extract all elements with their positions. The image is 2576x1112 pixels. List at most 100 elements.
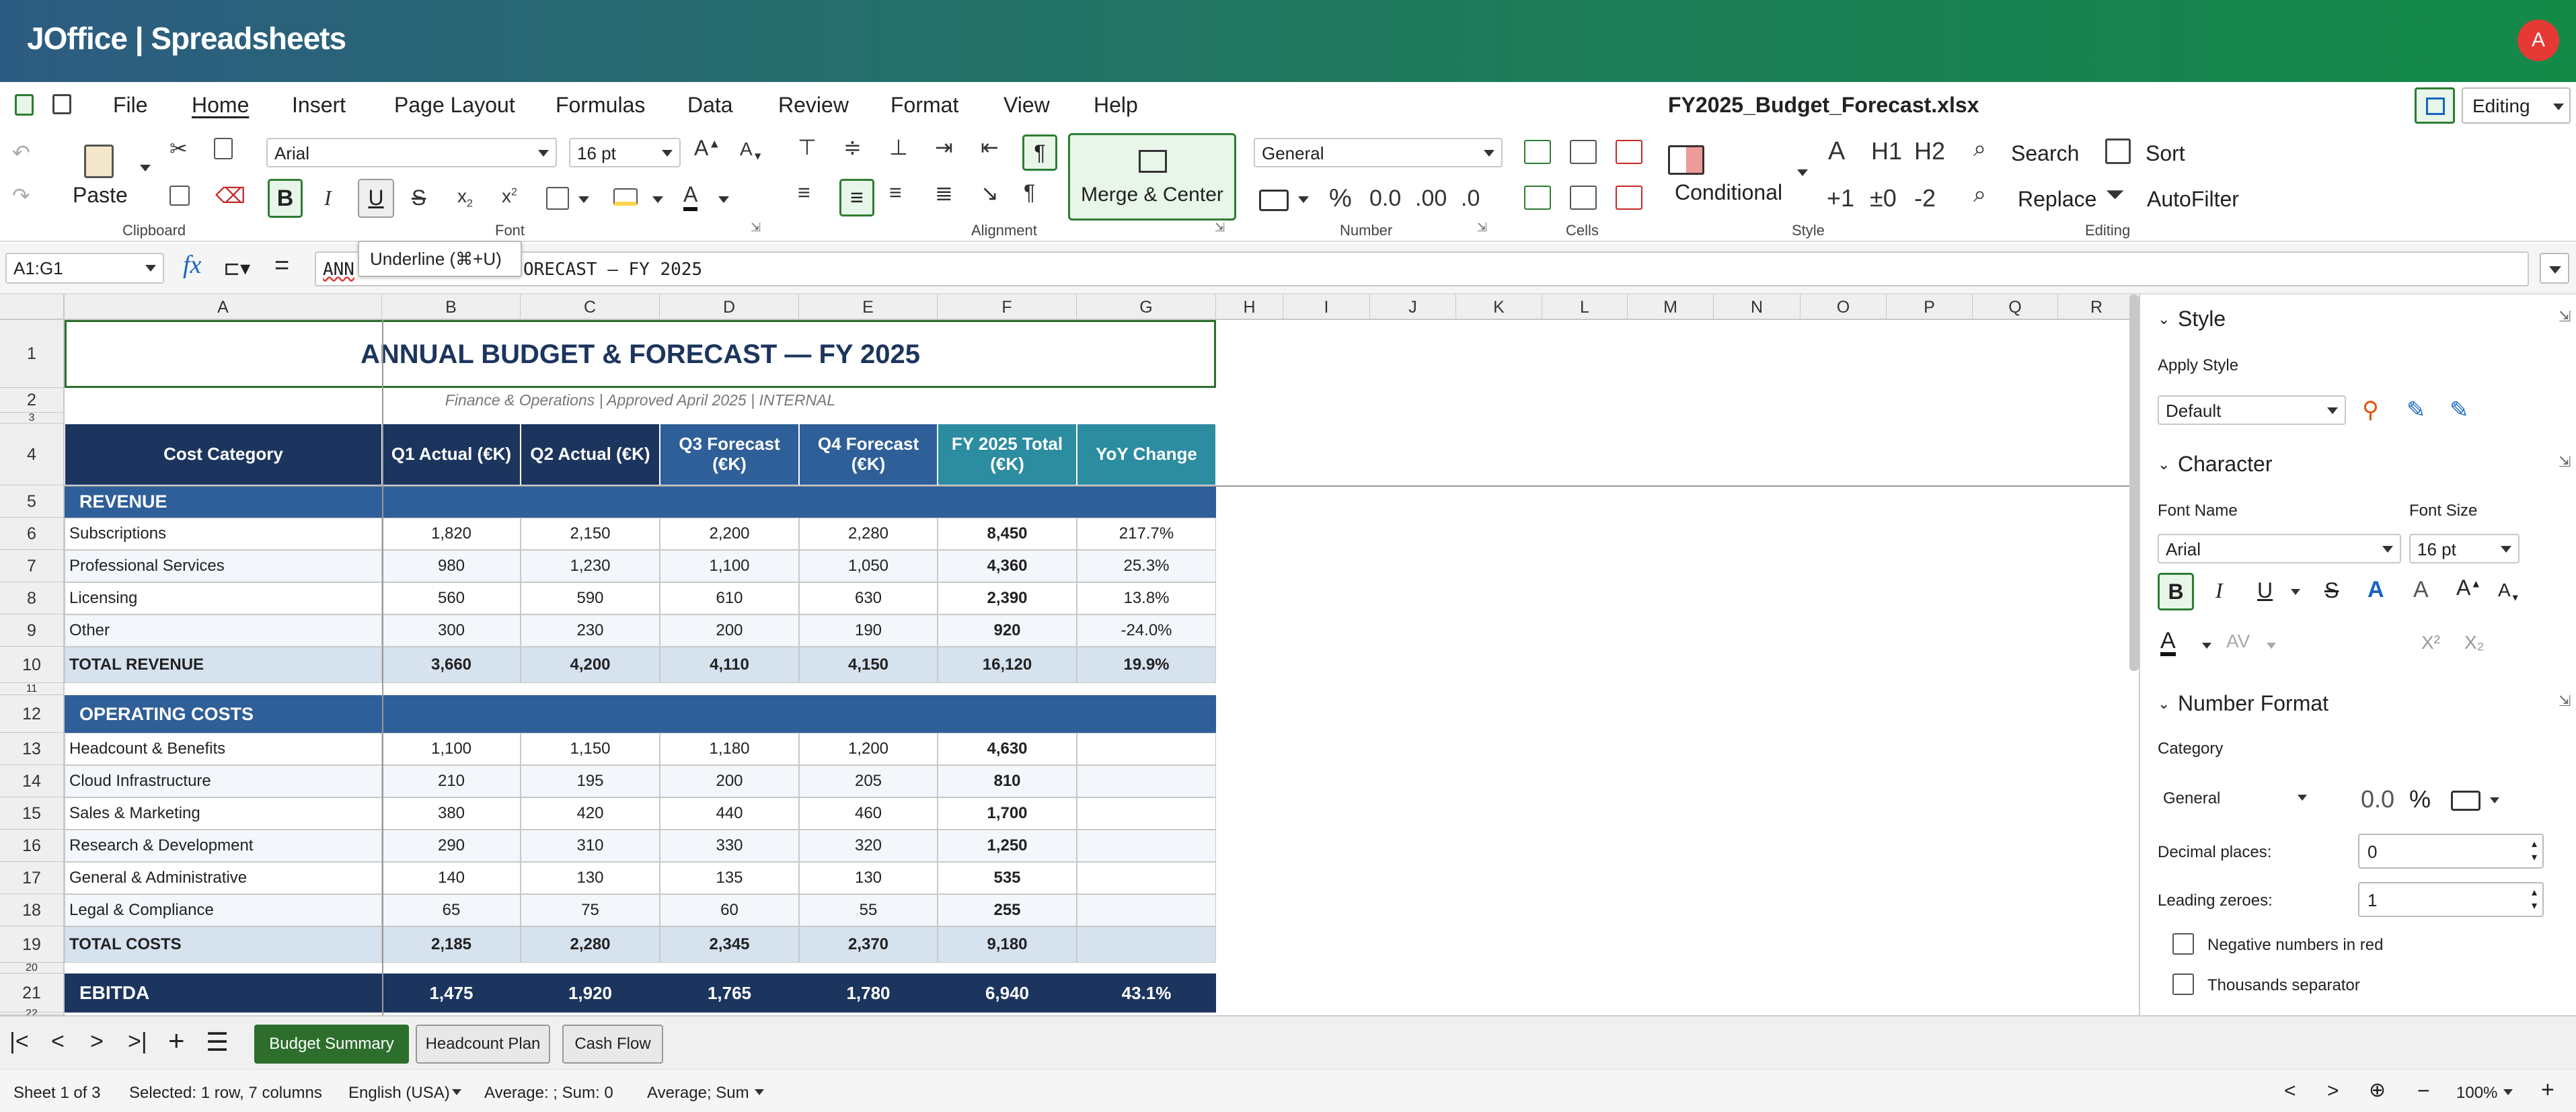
- sheet-tab-headcount-plan[interactable]: Headcount Plan: [416, 1025, 550, 1064]
- table-cell-r8-c2[interactable]: 590: [521, 582, 660, 614]
- zoom-out-icon[interactable]: −: [2417, 1078, 2430, 1103]
- leading-zeroes-input[interactable]: 1 ▴ ▾: [2358, 882, 2544, 917]
- zoom-fit-icon[interactable]: ⊕: [2369, 1078, 2386, 1102]
- table-header-2[interactable]: Q2 Actual (€K): [521, 424, 660, 485]
- table-cell-r7-c2[interactable]: 1,230: [521, 550, 660, 582]
- row-header-14[interactable]: 14: [0, 765, 65, 797]
- collapse-style-icon[interactable]: ⌄: [2158, 311, 2170, 328]
- superscript-button[interactable]: x2: [502, 186, 517, 207]
- sidebar-subscript-button[interactable]: X₂: [2464, 632, 2485, 653]
- table-cell-r17-c2[interactable]: 130: [521, 862, 660, 894]
- column-header-n[interactable]: N: [1714, 294, 1801, 320]
- copy-icon[interactable]: [169, 186, 190, 206]
- column-header-a[interactable]: A: [65, 294, 382, 320]
- autofilter-button[interactable]: AutoFilter: [2147, 187, 2239, 212]
- insert-cells-icon[interactable]: [1524, 186, 1551, 210]
- chevron-down-icon[interactable]: [2291, 589, 2300, 595]
- formula-input[interactable]: ANN ORECAST — FY 2025: [315, 251, 2529, 286]
- remove-decimal-button[interactable]: .0: [1461, 186, 1480, 212]
- table-cell-r17-c5[interactable]: 535: [938, 862, 1077, 894]
- expand-character-icon[interactable]: ⇲: [2559, 453, 2571, 471]
- thousands-separator-checkbox[interactable]: [2172, 974, 2194, 995]
- row-header-2[interactable]: 2: [0, 388, 65, 413]
- sheet-tab-cash-flow[interactable]: Cash Flow: [562, 1025, 663, 1064]
- sidebar-highlight-icon[interactable]: A: [2413, 577, 2429, 603]
- ebitda-cell-2[interactable]: 1,920: [521, 974, 660, 1012]
- table-cell-r15-c3[interactable]: 440: [660, 797, 799, 830]
- sidebar-underline-button[interactable]: U: [2257, 578, 2273, 603]
- table-cell-r13-c4[interactable]: 1,200: [799, 733, 938, 765]
- indent-decrease-icon[interactable]: ⇤: [981, 134, 999, 160]
- table-cell-r6-c2[interactable]: 2,150: [521, 518, 660, 550]
- table-cell-r8-c1[interactable]: 560: [382, 582, 521, 614]
- table-cell-r19-c2[interactable]: 2,280: [521, 926, 660, 963]
- sidebar-percent-button[interactable]: %: [2409, 785, 2431, 813]
- table-cell-r18-c0[interactable]: Legal & Compliance: [65, 894, 382, 926]
- sheet-list-icon[interactable]: ☰: [206, 1027, 229, 1058]
- row-header-21[interactable]: 21: [0, 974, 65, 1012]
- ebitda-cell-6[interactable]: 43.1%: [1077, 974, 1216, 1012]
- row-header-6[interactable]: 6: [0, 518, 65, 550]
- chevron-down-icon[interactable]: [578, 196, 589, 203]
- heading1-button[interactable]: H1: [1871, 137, 1902, 165]
- wrap-text-button[interactable]: ¶: [1022, 134, 1057, 171]
- apply-style-select[interactable]: Default: [2158, 395, 2346, 425]
- menu-home[interactable]: Home: [192, 93, 249, 118]
- negative-red-checkbox[interactable]: [2172, 933, 2194, 955]
- subscript-button[interactable]: x2: [457, 186, 473, 210]
- row-header-8[interactable]: 8: [0, 582, 65, 614]
- sidebar-shadow-button[interactable]: A: [2367, 577, 2384, 603]
- heading2-button[interactable]: H2: [1914, 137, 1945, 165]
- table-cell-r14-c5[interactable]: 810: [938, 765, 1077, 797]
- section-operating-costs[interactable]: OPERATING COSTS: [65, 695, 382, 733]
- table-cell-r14-c1[interactable]: 210: [382, 765, 521, 797]
- row-header-12[interactable]: 12: [0, 695, 65, 733]
- row-header-13[interactable]: 13: [0, 733, 65, 765]
- new-style-icon[interactable]: ✎: [2407, 397, 2426, 424]
- previous-page-icon[interactable]: <: [2284, 1080, 2296, 1103]
- sidebar-thousands-button[interactable]: 0.0: [2361, 785, 2394, 813]
- table-cell-r10-c5[interactable]: 16,120: [938, 647, 1077, 683]
- table-cell-r10-c6[interactable]: 19.9%: [1077, 647, 1216, 683]
- table-cell-r17-c3[interactable]: 135: [660, 862, 799, 894]
- table-cell-r6-c6[interactable]: 217.7%: [1077, 518, 1216, 550]
- percent-button[interactable]: %: [1329, 184, 1352, 213]
- column-header-o[interactable]: O: [1801, 294, 1887, 320]
- sidebar-grow-font-icon[interactable]: A▲: [2456, 575, 2481, 600]
- row-header-18[interactable]: 18: [0, 894, 65, 926]
- chevron-down-icon[interactable]: [1797, 169, 1808, 176]
- undo-icon[interactable]: ↶: [12, 140, 30, 165]
- clear-format-icon[interactable]: ⌫: [215, 183, 245, 208]
- text-orientation-icon[interactable]: ↘: [981, 180, 999, 206]
- ebitda-cell-3[interactable]: 1,765: [660, 974, 799, 1012]
- table-cell-r8-c4[interactable]: 630: [799, 582, 938, 614]
- expand-alignment-icon[interactable]: ⇲: [1215, 221, 1225, 235]
- chevron-down-icon[interactable]: [718, 196, 729, 203]
- column-header-f[interactable]: F: [938, 294, 1077, 320]
- align-top-icon[interactable]: ⊤: [798, 134, 817, 160]
- format-cells-icon[interactable]: [1570, 186, 1597, 210]
- function-icon[interactable]: fx: [183, 250, 201, 280]
- table-cell-r13-c0[interactable]: Headcount & Benefits: [65, 733, 382, 765]
- table-cell-r16-c6[interactable]: [1077, 830, 1216, 862]
- zoom-in-icon[interactable]: +: [2541, 1077, 2554, 1103]
- paste-options-chevron-icon[interactable]: [140, 165, 151, 171]
- table-cell-r15-c6[interactable]: [1077, 797, 1216, 830]
- redo-icon[interactable]: ↷: [12, 183, 30, 208]
- grow-font-icon[interactable]: A▲: [694, 136, 720, 161]
- replace-button[interactable]: Replace: [2018, 187, 2096, 212]
- name-box[interactable]: A1:G1: [5, 253, 164, 284]
- expand-font-icon[interactable]: ⇲: [751, 221, 761, 235]
- chevron-down-icon[interactable]: [652, 196, 663, 203]
- merge-center-button[interactable]: Merge & Center: [1068, 133, 1236, 221]
- justify-icon[interactable]: ≣: [935, 180, 953, 206]
- table-cell-r19-c3[interactable]: 2,345: [660, 926, 799, 963]
- currency-icon[interactable]: [1259, 190, 1289, 211]
- search-button[interactable]: Search: [2011, 141, 2079, 166]
- user-avatar[interactable]: A: [2517, 19, 2559, 61]
- equals-icon[interactable]: =: [274, 251, 289, 280]
- insert-row-icon[interactable]: [1524, 140, 1551, 164]
- collapse-character-icon[interactable]: ⌄: [2158, 456, 2170, 473]
- table-cell-r14-c2[interactable]: 195: [521, 765, 660, 797]
- ebitda-cell-1[interactable]: 1,475: [382, 974, 521, 1012]
